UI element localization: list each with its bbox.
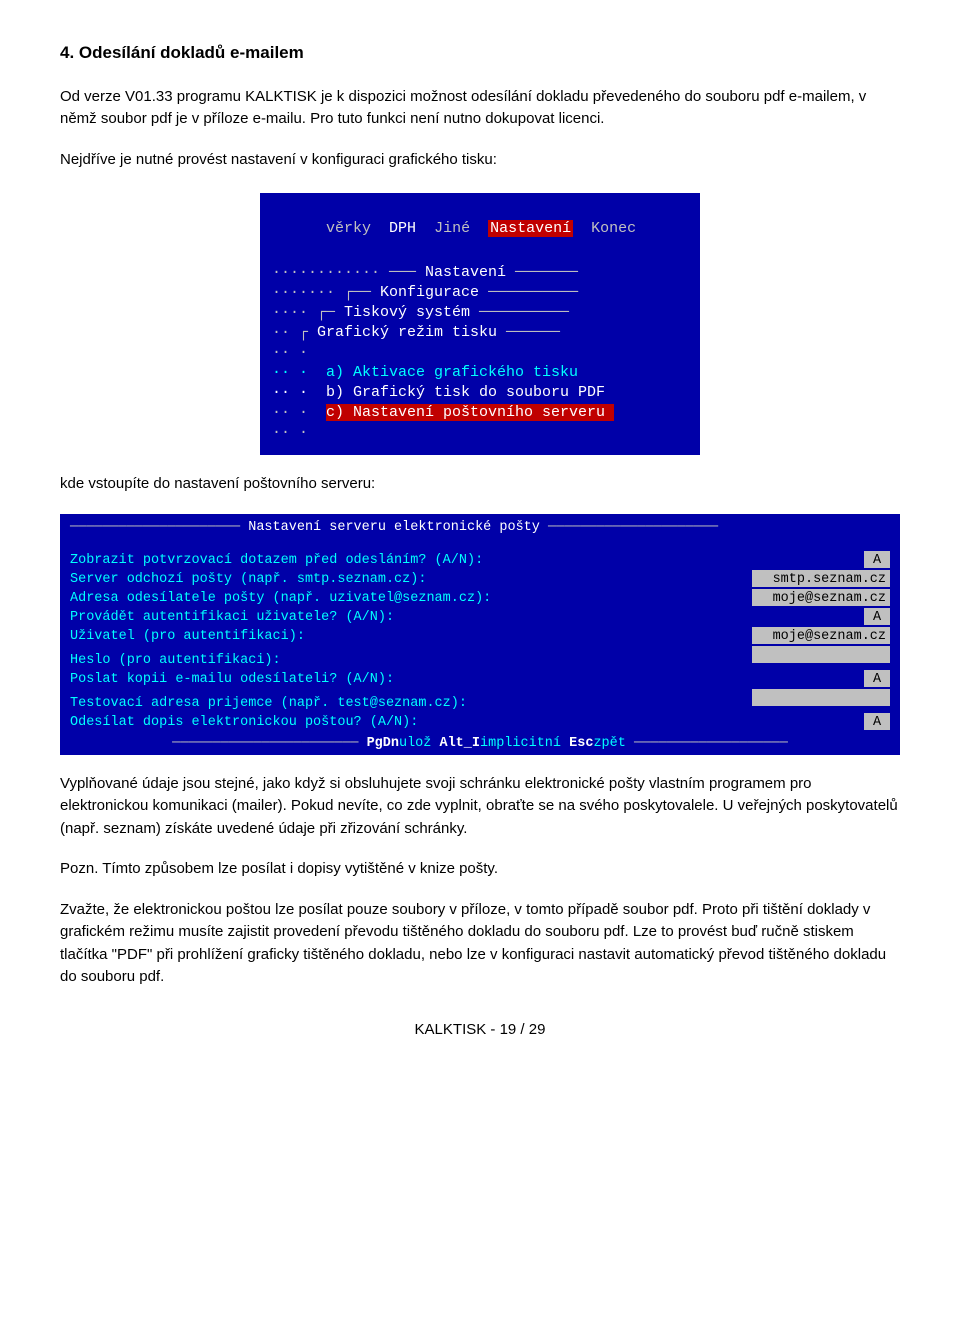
form-value: moje@seznam.cz — [752, 627, 890, 644]
form-value — [752, 646, 890, 663]
shot2-title-row: ───────────────────── Nastavení serveru … — [70, 518, 890, 537]
form-row: Provádět autentifikaci uživatele? (A/N):… — [70, 608, 890, 627]
form-label: Uživatel (pro autentifikaci): — [70, 627, 305, 646]
menu-konec: Konec — [591, 220, 636, 237]
section-heading: 4. Odesílání dokladů e-mailem — [60, 40, 900, 66]
shot1-row-blank: ·· · — [272, 343, 688, 363]
shot1-row-nastaveni: ············ ─── Nastavení ─────── — [272, 263, 688, 283]
menu-dph: DPH — [389, 220, 416, 237]
menu-verky: věrky — [326, 220, 371, 237]
shot1-opt-b: ·· · b) Grafický tisk do souboru PDF — [272, 383, 688, 403]
form-row: Poslat kopii e-mailu odesílateli? (A/N):… — [70, 670, 890, 689]
shot1-menubar: věrky DPH Jiné Nastavení Konec — [272, 199, 688, 263]
form-label: Server odchozí pošty (např. smtp.seznam.… — [70, 570, 426, 589]
form-row: Heslo (pro autentifikaci): — [70, 646, 890, 670]
shot1-opt-a: ·· · a) Aktivace grafického tisku — [272, 363, 688, 383]
form-label: Adresa odesílatele pošty (např. uzivatel… — [70, 589, 491, 608]
shot1-row-konfigurace: ······· ┌── Konfigurace ────────── — [272, 283, 688, 303]
paragraph-6: Zvažte, že elektronickou poštou lze posí… — [60, 899, 900, 989]
form-value: A — [864, 608, 890, 625]
form-value: A — [864, 670, 890, 687]
form-row: Odesílat dopis elektronickou poštou? (A/… — [70, 713, 890, 732]
form-value — [752, 689, 890, 706]
paragraph-2: Nejdříve je nutné provést nastavení v ko… — [60, 149, 900, 172]
shot1-row-tail: ·· · — [272, 423, 688, 443]
form-value: A — [864, 551, 890, 568]
form-label: Provádět autentifikaci uživatele? (A/N): — [70, 608, 394, 627]
form-value: smtp.seznam.cz — [752, 570, 890, 587]
form-value: A — [864, 713, 890, 730]
page-number: KALKTISK - 19 / 29 — [60, 1019, 900, 1042]
menu-jine: Jiné — [434, 220, 470, 237]
form-label: Testovací adresa prijemce (např. test@se… — [70, 694, 467, 713]
paragraph-1: Od verze V01.33 programu KALKTISK je k d… — [60, 86, 900, 131]
form-label: Poslat kopii e-mailu odesílateli? (A/N): — [70, 670, 394, 689]
form-row: Zobrazit potvrzovací dotazem před odeslá… — [70, 551, 890, 570]
form-label: Odesílat dopis elektronickou poštou? (A/… — [70, 713, 418, 732]
screenshot-form: ───────────────────── Nastavení serveru … — [60, 514, 900, 755]
paragraph-4: Vyplňované údaje jsou stejné, jako když … — [60, 773, 900, 841]
form-row: Testovací adresa prijemce (např. test@se… — [70, 689, 890, 713]
form-row: Server odchozí pošty (např. smtp.seznam.… — [70, 570, 890, 589]
shot1-row-graficky: ·· ┌ Grafický režim tisku ────── — [272, 323, 688, 343]
form-label: Zobrazit potvrzovací dotazem před odeslá… — [70, 551, 483, 570]
shot1-row-tiskovy: ···· ┌─ Tiskový systém ────────── — [272, 303, 688, 323]
paragraph-3: kde vstoupíte do nastavení poštovního se… — [60, 473, 900, 496]
form-row: Uživatel (pro autentifikaci): moje@seznam… — [70, 627, 890, 646]
shot2-footer: ─────────────────────── PgDnulož Alt_Iim… — [70, 732, 890, 753]
shot1-opt-c: ·· · c) Nastavení poštovního serveru — [272, 403, 688, 423]
form-label: Heslo (pro autentifikaci): — [70, 651, 281, 670]
menu-nastaveni: Nastavení — [488, 220, 573, 237]
screenshot-menu: věrky DPH Jiné Nastavení Konec ·········… — [260, 189, 700, 455]
form-row: Adresa odesílatele pošty (např. uzivatel… — [70, 589, 890, 608]
paragraph-5: Pozn. Tímto způsobem lze posílat i dopis… — [60, 858, 900, 881]
form-value: moje@seznam.cz — [752, 589, 890, 606]
